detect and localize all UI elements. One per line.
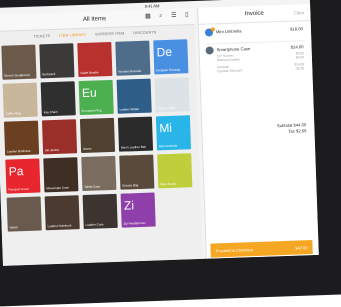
item-tile[interactable]: Leather Case bbox=[82, 193, 118, 230]
item-tile[interactable]: Coffee Bag bbox=[2, 82, 38, 118]
invoice-header: Invoice Clear bbox=[198, 3, 311, 25]
item-tile[interactable]: Woven Sunglasses bbox=[1, 44, 37, 80]
tile-label: Woven Sunglasses bbox=[4, 72, 31, 78]
item-tile[interactable]: Watch bbox=[6, 196, 42, 232]
item-tile[interactable]: Shoes bbox=[79, 117, 116, 154]
item-name: Smartphone Case bbox=[216, 46, 251, 53]
item-tile[interactable]: Wool Socks bbox=[157, 153, 193, 189]
tile-label: Backpack bbox=[42, 71, 56, 77]
tile-label: Passport Cover bbox=[8, 186, 30, 192]
tile-label: Designer Earrings bbox=[156, 67, 181, 73]
avatar bbox=[205, 46, 214, 55]
tile-label: Shoes bbox=[82, 146, 92, 151]
item-tile[interactable]: Cable Bundle bbox=[77, 41, 113, 78]
item-tile[interactable]: Ski Jacket bbox=[41, 119, 78, 155]
item-tile[interactable]: Mi Mini Umbrella bbox=[155, 115, 192, 151]
item-tile[interactable]: Laptop Cable bbox=[154, 77, 190, 113]
grid-view-icon[interactable]: ▦ bbox=[144, 14, 151, 21]
tile-label: Messenger Case bbox=[46, 185, 70, 191]
tile-abbreviation: Zi bbox=[123, 198, 135, 213]
modifier-label: Stitched Leather bbox=[216, 57, 241, 63]
item-price: $24.00 bbox=[290, 44, 304, 50]
invoice-item-smartphone-case[interactable]: Smartphone Case $24.00 5.5" Screen $3.00… bbox=[205, 44, 305, 74]
tab-item-library[interactable]: ITEM LIBRARY bbox=[59, 32, 86, 37]
tab-tickets[interactable]: TICKETS bbox=[34, 34, 51, 39]
item-tile[interactable]: Zi Zip Headphones bbox=[120, 192, 156, 228]
toolbar-icons: ▦ ⌕ ☰ ▯ bbox=[144, 12, 190, 21]
tile-label: Men's Leather Belt bbox=[120, 144, 146, 150]
tile-abbreviation: De bbox=[156, 44, 173, 60]
tile-label: Cable Bundle bbox=[80, 70, 99, 76]
tab-discounts[interactable]: DISCOUNTS bbox=[133, 30, 156, 35]
item-library-pane: All Items ▦ ⌕ ☰ ▯ TICKETS ITEM LIBRARY EXP… bbox=[0, 8, 203, 266]
tile-label: Tablet Case bbox=[84, 184, 101, 189]
tile-label: Grease Bag bbox=[122, 183, 139, 188]
tile-abbreviation: Mi bbox=[159, 120, 173, 136]
clear-button[interactable]: Clear bbox=[293, 10, 304, 15]
tile-label: Mini Umbrella bbox=[158, 143, 178, 149]
tile-label: Watch bbox=[9, 225, 19, 230]
tile-label: Ski Jacket bbox=[44, 147, 59, 153]
tile-label: Wool Socks bbox=[160, 181, 177, 187]
item-tile[interactable]: Wooden Bracelet bbox=[115, 40, 151, 76]
modifier-amount: -$2.00 bbox=[295, 66, 305, 71]
tile-label: Zip Headphones bbox=[123, 220, 146, 226]
item-tile[interactable]: Messenger Case bbox=[43, 157, 79, 193]
item-price: $18.00 bbox=[290, 26, 303, 32]
item-name: Mini Umbrella bbox=[215, 28, 242, 35]
quantity-badge: 2 bbox=[210, 27, 215, 32]
item-tile[interactable]: De Designer Earrings bbox=[153, 39, 189, 75]
tile-abbreviation: Pa bbox=[8, 164, 24, 179]
tile-label: Laptop Cable bbox=[157, 105, 176, 111]
tile-label: Wooden Bracelet bbox=[118, 68, 142, 74]
avatar: 2 bbox=[204, 27, 215, 37]
search-icon[interactable]: ⌕ bbox=[157, 13, 164, 20]
item-tile[interactable]: Key Chain bbox=[40, 81, 76, 117]
item-tile[interactable]: Leather Briefcase bbox=[3, 120, 40, 156]
tile-label: Leather Wallet bbox=[119, 107, 139, 112]
checkout-label: Proceed to Checkout bbox=[215, 246, 254, 253]
list-view-icon[interactable]: ☰ bbox=[170, 13, 177, 20]
modifier-label: Express Discount bbox=[217, 68, 243, 74]
status-time: 9:41 AM bbox=[144, 3, 160, 9]
item-tile[interactable]: Men's Leather Belt bbox=[117, 116, 154, 152]
tab-express-item[interactable]: EXPRESS ITEM bbox=[95, 31, 124, 36]
invoice-item-mini-umbrella[interactable]: 2 Mini Umbrella $18.00 bbox=[204, 26, 303, 39]
item-tile[interactable]: Leather Wallet bbox=[116, 78, 152, 114]
item-grid: Woven Sunglasses Backpack Cable Bundle Wood… bbox=[0, 36, 202, 232]
checkout-total: $47.00 bbox=[295, 244, 308, 251]
invoice-title: Invoice bbox=[244, 10, 264, 18]
tablet-screen: 9:41 AM All Items ▦ ⌕ ☰ ▯ TICKETS ITEM LI… bbox=[0, 0, 319, 266]
tile-abbreviation: Eu bbox=[81, 85, 97, 100]
tile-label: European Plug bbox=[81, 108, 102, 114]
invoice-panel: Invoice Clear 2 Mini Umbrella $18.00 Sma… bbox=[197, 3, 319, 259]
modifier-amount: $6.00 bbox=[295, 55, 304, 60]
item-tile[interactable]: Grease Bag bbox=[119, 154, 155, 190]
item-tile[interactable]: Backpack bbox=[39, 43, 75, 79]
item-tile[interactable]: Eu European Plug bbox=[78, 79, 114, 116]
page-title: All Items bbox=[82, 16, 107, 23]
item-tile[interactable]: Tablet Case bbox=[81, 155, 117, 192]
sidebar-icon[interactable]: ▯ bbox=[183, 12, 190, 19]
tile-label: Key Chain bbox=[43, 109, 58, 115]
item-tile[interactable]: Pa Passport Cover bbox=[5, 158, 41, 194]
item-tile[interactable]: Leather Notebook bbox=[44, 195, 80, 231]
tile-label: Leather Case bbox=[85, 222, 104, 227]
tile-label: Leather Notebook bbox=[47, 223, 72, 229]
tile-label: Coffee Bag bbox=[5, 111, 21, 116]
tile-label: Leather Briefcase bbox=[6, 148, 31, 154]
checkout-button[interactable]: Proceed to Checkout $47.00 bbox=[210, 240, 313, 258]
